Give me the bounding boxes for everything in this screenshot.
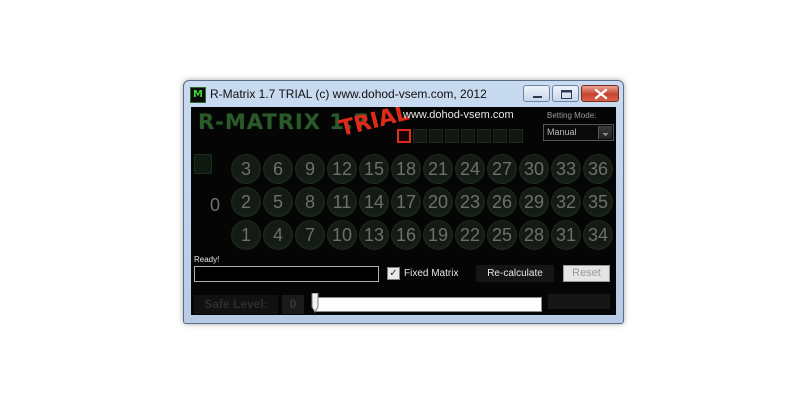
roulette-number[interactable]: 16: [391, 220, 421, 250]
progress-cell: [477, 129, 491, 143]
title-bar[interactable]: M R-Matrix 1.7 TRIAL (c) www.dohod-vsem.…: [184, 81, 623, 107]
checkmark-icon: ✓: [389, 268, 398, 279]
roulette-number[interactable]: 21: [423, 154, 453, 184]
roulette-number[interactable]: 28: [519, 220, 549, 250]
roulette-number[interactable]: 31: [551, 220, 581, 250]
roulette-number[interactable]: 12: [327, 154, 357, 184]
progress-cell: [429, 129, 443, 143]
slider-thumb-icon[interactable]: [311, 292, 319, 313]
roulette-number[interactable]: 18: [391, 154, 421, 184]
progress-cell: [461, 129, 475, 143]
roulette-number[interactable]: 29: [519, 187, 549, 217]
safe-level-label: Safe Level:: [194, 295, 278, 314]
progress-cell: [397, 129, 411, 143]
roulette-number-zero[interactable]: 0: [203, 191, 227, 221]
roulette-number[interactable]: 32: [551, 187, 581, 217]
roulette-number[interactable]: 20: [423, 187, 453, 217]
roulette-number[interactable]: 9: [295, 154, 325, 184]
result-display: [548, 294, 610, 309]
safe-level-value: 0: [282, 295, 304, 314]
progress-indicator: [397, 129, 523, 143]
roulette-number[interactable]: 26: [487, 187, 517, 217]
roulette-number[interactable]: 13: [359, 220, 389, 250]
progress-cell: [509, 129, 523, 143]
roulette-number[interactable]: 7: [295, 220, 325, 250]
fixed-matrix-label[interactable]: Fixed Matrix: [404, 268, 458, 279]
roulette-number[interactable]: 27: [487, 154, 517, 184]
roulette-number[interactable]: 35: [583, 187, 613, 217]
recalculate-button[interactable]: Re-calculate: [476, 265, 554, 282]
fixed-matrix-checkbox[interactable]: ✓: [387, 267, 400, 280]
reset-button[interactable]: Reset: [563, 265, 610, 282]
roulette-number[interactable]: 4: [263, 220, 293, 250]
roulette-number[interactable]: 14: [359, 187, 389, 217]
roulette-number[interactable]: 34: [583, 220, 613, 250]
roulette-number[interactable]: 24: [455, 154, 485, 184]
roulette-number[interactable]: 15: [359, 154, 389, 184]
betting-mode-label: Betting Mode:: [547, 111, 597, 120]
roulette-number[interactable]: 5: [263, 187, 293, 217]
number-input[interactable]: [194, 266, 379, 282]
progress-cell: [413, 129, 427, 143]
app-client-area: R-MATRIX 1.7 TRIAL www.dohod-vsem.com Be…: [191, 107, 616, 315]
status-text: Ready!: [194, 255, 220, 264]
roulette-number[interactable]: 6: [263, 154, 293, 184]
maximize-icon: [561, 90, 572, 99]
roulette-number[interactable]: 22: [455, 220, 485, 250]
close-icon: [594, 88, 608, 100]
safe-level-slider[interactable]: [314, 297, 542, 312]
roulette-number[interactable]: 25: [487, 220, 517, 250]
roulette-number[interactable]: 2: [231, 187, 261, 217]
roulette-number[interactable]: 17: [391, 187, 421, 217]
dropdown-arrow-icon[interactable]: [598, 126, 612, 139]
indicator-box: [194, 154, 212, 174]
roulette-number[interactable]: 1: [231, 220, 261, 250]
roulette-number[interactable]: 3: [231, 154, 261, 184]
progress-cell: [445, 129, 459, 143]
maximize-button[interactable]: [552, 85, 579, 102]
roulette-number[interactable]: 30: [519, 154, 549, 184]
minimize-button[interactable]: [523, 85, 550, 102]
roulette-number[interactable]: 10: [327, 220, 357, 250]
app-icon: M: [190, 87, 206, 103]
website-link[interactable]: www.dohod-vsem.com: [403, 109, 514, 121]
close-button[interactable]: [581, 85, 619, 102]
progress-cell: [493, 129, 507, 143]
roulette-number[interactable]: 11: [327, 187, 357, 217]
roulette-number[interactable]: 36: [583, 154, 613, 184]
roulette-number[interactable]: 19: [423, 220, 453, 250]
roulette-number[interactable]: 23: [455, 187, 485, 217]
roulette-number[interactable]: 33: [551, 154, 581, 184]
app-window: M R-Matrix 1.7 TRIAL (c) www.dohod-vsem.…: [183, 80, 624, 324]
betting-mode-select[interactable]: Manual: [543, 124, 614, 141]
window-title: R-Matrix 1.7 TRIAL (c) www.dohod-vsem.co…: [210, 87, 487, 101]
minimize-icon: [533, 96, 542, 98]
betting-mode-value: Manual: [547, 127, 577, 137]
roulette-number[interactable]: 8: [295, 187, 325, 217]
